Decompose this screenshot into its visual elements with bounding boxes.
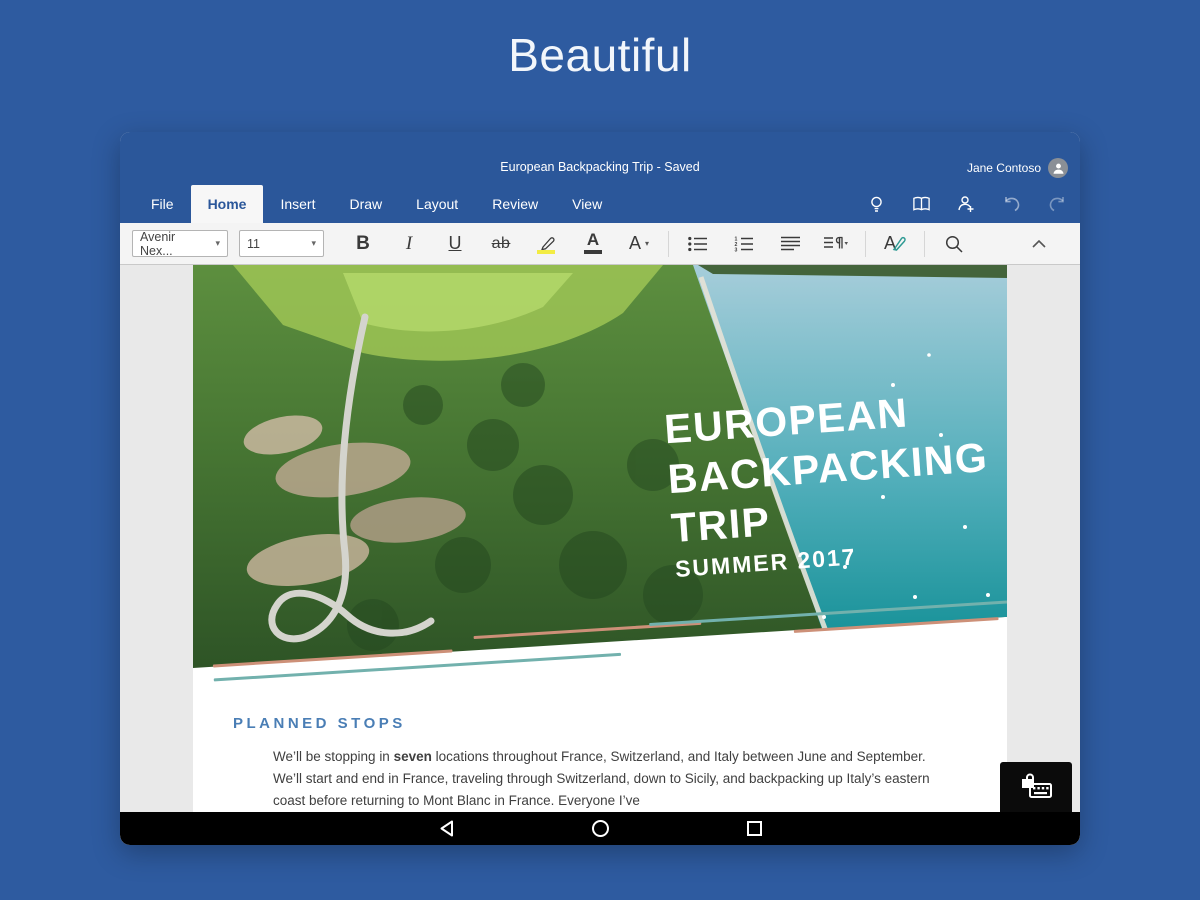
svg-text:3: 3	[735, 247, 738, 252]
font-color-button[interactable]: A	[570, 227, 616, 261]
marketing-headline: Beautiful	[0, 28, 1200, 82]
tab-insert[interactable]: Insert	[263, 185, 332, 223]
account-area[interactable]: Jane Contoso	[967, 158, 1068, 178]
font-name-select[interactable]: Avenir Nex... ▾	[132, 230, 228, 257]
strikethrough-button[interactable]: ab	[478, 227, 524, 261]
numbered-list-icon: 123	[734, 236, 754, 252]
tab-action-icons	[867, 185, 1066, 223]
lightbulb-icon[interactable]	[867, 195, 886, 214]
nav-recents-icon[interactable]	[743, 818, 765, 840]
chevron-down-icon: ▾	[311, 238, 316, 249]
chevron-up-icon	[1032, 240, 1046, 248]
tab-draw[interactable]: Draw	[332, 185, 399, 223]
section-heading: PLANNED STOPS	[233, 715, 406, 732]
paragraph-options-icon	[824, 236, 848, 252]
collapse-ribbon-button[interactable]	[1016, 227, 1062, 261]
undo-icon[interactable]	[1002, 195, 1021, 214]
keyboard-toggle-button[interactable]	[1000, 762, 1072, 812]
document-canvas[interactable]: EUROPEAN BACKPACKING TRIP SUMMER 2017 PL…	[120, 265, 1080, 812]
hero-title-line3: TRIP	[670, 498, 772, 551]
styles-button[interactable]: A	[872, 227, 918, 261]
font-color-bar	[584, 250, 602, 254]
document-title: European Backpacking Trip - Saved	[120, 160, 1080, 174]
tab-file[interactable]: File	[134, 185, 191, 223]
font-size-select[interactable]: 11 ▾	[239, 230, 324, 257]
tab-review[interactable]: Review	[475, 185, 555, 223]
formatting-toolbar: Avenir Nex... ▾ 11 ▾ B I U ab A A ▾	[120, 223, 1080, 265]
title-bar: European Backpacking Trip - Saved Jane C…	[120, 132, 1080, 185]
share-person-icon[interactable]	[957, 195, 976, 214]
font-size-value: 11	[247, 237, 260, 251]
bold-button[interactable]: B	[340, 227, 386, 261]
font-color-label: A	[587, 231, 599, 248]
nav-back-icon[interactable]	[435, 818, 457, 840]
tab-layout[interactable]: Layout	[399, 185, 475, 223]
document-page[interactable]: EUROPEAN BACKPACKING TRIP SUMMER 2017 PL…	[193, 265, 1007, 812]
body-paragraph[interactable]: We’ll be stopping in seven locations thr…	[273, 746, 949, 812]
avatar[interactable]	[1048, 158, 1068, 178]
styles-pen-icon	[892, 236, 906, 251]
character-formatting-label: A	[629, 233, 641, 254]
android-nav-bar	[120, 812, 1080, 845]
search-button[interactable]	[931, 227, 977, 261]
justify-icon	[781, 236, 800, 251]
chevron-down-icon: ▾	[215, 238, 220, 249]
toolbar-divider	[865, 231, 866, 257]
tab-view[interactable]: View	[555, 185, 619, 223]
body-text-part1: We’ll be stopping in	[273, 749, 394, 764]
toolbar-divider	[668, 231, 669, 257]
floating-keyboard-icon	[1018, 773, 1054, 801]
bullet-list-button[interactable]	[675, 227, 721, 261]
bullet-list-icon	[688, 236, 708, 252]
read-mode-book-icon[interactable]	[912, 195, 931, 214]
highlight-color-bar	[537, 250, 555, 254]
highlight-button[interactable]	[524, 227, 570, 261]
alignment-button[interactable]	[767, 227, 813, 261]
word-app-window: European Backpacking Trip - Saved Jane C…	[120, 132, 1080, 845]
tab-home[interactable]: Home	[191, 185, 264, 223]
search-icon	[945, 235, 963, 253]
font-name-value: Avenir Nex...	[140, 230, 209, 258]
stripe-teal	[214, 653, 621, 682]
toolbar-divider	[924, 231, 925, 257]
person-icon	[1052, 162, 1065, 175]
character-formatting-button[interactable]: A ▾	[616, 227, 662, 261]
ribbon-tab-row: File Home Insert Draw Layout Review View	[120, 185, 1080, 223]
marketing-screenshot: { "marketing": { "headline": "Beautiful"…	[0, 0, 1200, 900]
chevron-down-icon: ▾	[645, 239, 649, 248]
nav-home-icon[interactable]	[589, 818, 611, 840]
italic-button[interactable]: I	[386, 227, 432, 261]
body-text-bold: seven	[394, 749, 432, 764]
numbered-list-button[interactable]: 123	[721, 227, 767, 261]
underline-button[interactable]: U	[432, 227, 478, 261]
redo-icon[interactable]	[1047, 195, 1066, 214]
paragraph-options-button[interactable]	[813, 227, 859, 261]
stripe-salmon	[794, 617, 999, 633]
user-name: Jane Contoso	[967, 161, 1041, 175]
